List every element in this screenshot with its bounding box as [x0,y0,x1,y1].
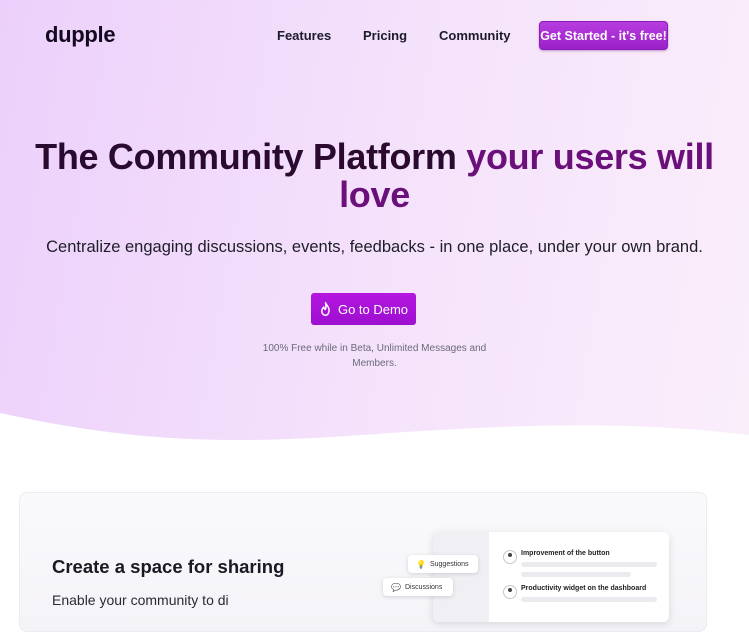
mock-chip-suggestions: 💡 Suggestions [408,555,478,573]
placeholder-line [521,572,631,577]
mock-post-title: Improvement of the button [521,550,610,557]
mock-chip-label: Suggestions [429,560,469,568]
brand-logo[interactable]: dupple [45,22,116,48]
avatar [503,585,517,599]
feature-title: Create a space for sharing [52,556,285,577]
go-to-demo-button[interactable]: Go to Demo [311,293,416,325]
nav-link-features[interactable]: Features [277,28,331,43]
nav-link-community[interactable]: Community [439,28,511,43]
beta-note: 100% Free while in Beta, Unlimited Messa… [262,343,487,369]
headline-dark-part: The Community Platform [35,136,467,177]
placeholder-line [521,562,657,567]
feature-description: Enable your community to di [52,592,229,608]
get-started-button[interactable]: Get Started - it's free! [539,21,668,50]
mock-chip-label: Discussions [404,583,443,591]
chat-bubble-icon: 💬 [391,582,401,592]
top-navigation: dupple Features Pricing Community Get St… [0,0,749,72]
mock-post-title: Productivity widget on the dashboard [521,585,647,592]
flame-icon [320,301,330,316]
hero-subheadline: Centralize engaging discussions, events,… [46,238,703,256]
nav-link-pricing[interactable]: Pricing [363,28,407,43]
avatar [503,550,517,564]
hero-headline: The Community Platform your users will l… [0,138,749,214]
lightbulb-icon: 💡 [416,559,426,569]
hero-wave-divider [0,413,749,465]
mock-chip-discussions: 💬 Discussions [383,578,453,596]
go-to-demo-label: Go to Demo [337,301,409,317]
app-mockup-sidebar [433,532,489,622]
